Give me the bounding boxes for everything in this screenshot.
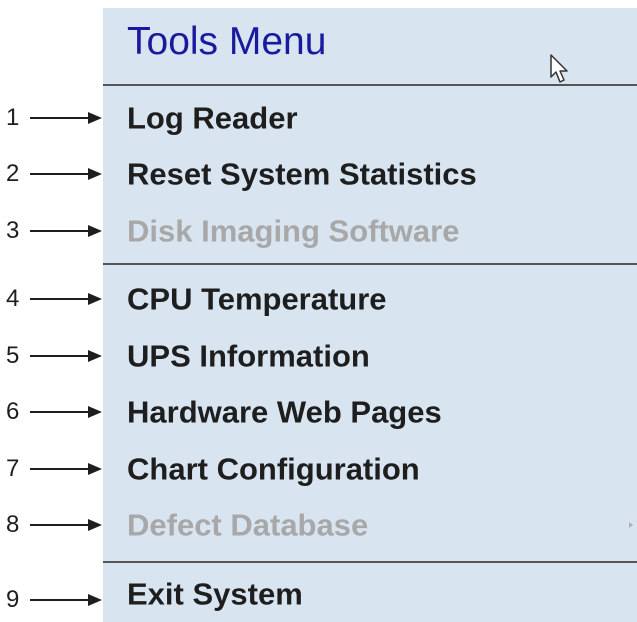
callout-3: 3	[0, 216, 103, 246]
menu-separator	[103, 84, 637, 86]
callout-number: 7	[6, 455, 20, 482]
callout-number: 4	[6, 285, 20, 312]
callout-number: 3	[6, 217, 20, 244]
menu-separator	[103, 263, 637, 265]
arrow-right-icon	[30, 463, 102, 475]
submenu-arrow-icon	[629, 522, 633, 528]
tools-menu: Tools Menu Log Reader Reset System Stati…	[103, 8, 637, 622]
menu-item-label: Reset System Statistics	[127, 156, 477, 192]
menu-item-disk-imaging-software: Disk Imaging Software	[103, 209, 637, 253]
callout-1: 1	[0, 103, 103, 133]
screenshot-stage: 1 2 3 4 5 6 7 8 9 Tools Menu Log Reader …	[0, 0, 637, 622]
menu-item-hardware-web-pages[interactable]: Hardware Web Pages	[103, 390, 637, 434]
callout-8: 8	[0, 510, 103, 540]
arrow-right-icon	[30, 112, 102, 124]
menu-item-reset-system-statistics[interactable]: Reset System Statistics	[103, 152, 637, 196]
menu-item-log-reader[interactable]: Log Reader	[103, 96, 637, 140]
arrow-right-icon	[30, 293, 102, 305]
mouse-pointer-icon	[550, 54, 568, 83]
arrow-right-icon	[30, 406, 102, 418]
arrow-right-icon	[30, 225, 102, 237]
menu-item-label: Defect Database	[127, 507, 369, 543]
menu-item-label: Disk Imaging Software	[127, 213, 460, 249]
menu-item-cpu-temperature[interactable]: CPU Temperature	[103, 277, 637, 321]
callout-number: 5	[6, 342, 20, 369]
callout-number: 1	[6, 104, 20, 131]
menu-item-ups-information[interactable]: UPS Information	[103, 334, 637, 378]
callout-6: 6	[0, 397, 103, 427]
arrow-right-icon	[30, 594, 102, 606]
callout-2: 2	[0, 159, 103, 189]
menu-item-label: UPS Information	[127, 338, 370, 374]
callout-number: 2	[6, 160, 20, 187]
callout-number: 9	[6, 586, 20, 613]
callout-9: 9	[0, 585, 103, 615]
menu-title: Tools Menu	[127, 20, 327, 63]
menu-item-label: Exit System	[127, 576, 303, 612]
menu-item-label: Chart Configuration	[127, 451, 420, 487]
callout-number: 6	[6, 398, 20, 425]
arrow-right-icon	[30, 350, 102, 362]
menu-item-exit-system[interactable]: Exit System	[103, 572, 637, 616]
menu-item-defect-database: Defect Database	[103, 503, 637, 547]
menu-item-label: Log Reader	[127, 100, 298, 136]
menu-separator	[103, 561, 637, 563]
menu-item-label: CPU Temperature	[127, 281, 387, 317]
callout-7: 7	[0, 454, 103, 484]
callout-number: 8	[6, 511, 20, 538]
callout-5: 5	[0, 341, 103, 371]
arrow-right-icon	[30, 168, 102, 180]
arrow-right-icon	[30, 519, 102, 531]
menu-item-label: Hardware Web Pages	[127, 394, 442, 430]
menu-item-chart-configuration[interactable]: Chart Configuration	[103, 447, 637, 491]
callout-4: 4	[0, 284, 103, 314]
